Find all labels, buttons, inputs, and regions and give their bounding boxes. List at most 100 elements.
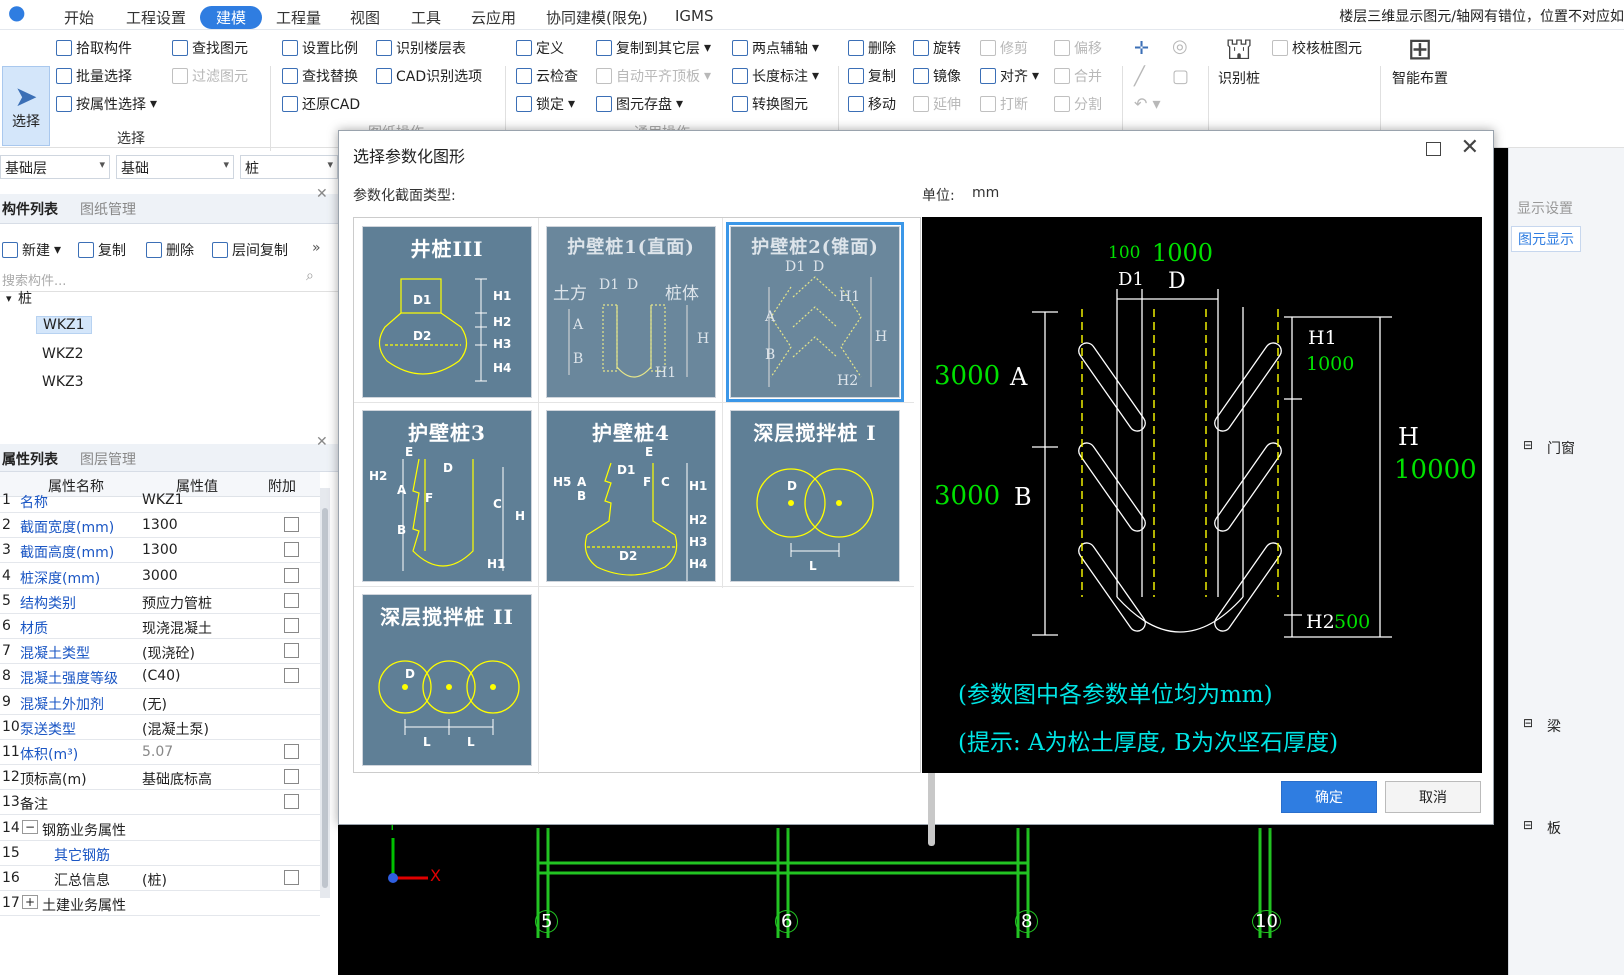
merge-button[interactable]: 合并	[1054, 66, 1102, 86]
cad-options-button[interactable]: CAD识别选项	[376, 66, 482, 86]
property-value[interactable]: (桩)	[142, 870, 167, 890]
shape-thumb-wall-pile-4[interactable]: 护壁桩4 E H5 D1 A F C B H1 H2 D2 H3 H4	[546, 410, 716, 582]
cancel-button[interactable]: 取消	[1385, 781, 1481, 813]
property-row[interactable]: 11 体积(m³) 5.07	[0, 740, 320, 765]
menu-igms[interactable]: IGMS	[675, 7, 714, 25]
property-value[interactable]: 1300	[142, 517, 178, 533]
shape-thumb-wall-pile-1[interactable]: 护壁桩1(直面) 土方 D1 D 桩体 A B H H1	[546, 226, 716, 398]
property-row[interactable]: 7 混凝土类型 (现浇砼)	[0, 639, 320, 665]
property-value[interactable]: 3000	[142, 568, 178, 584]
close-icon[interactable]: ✕	[1461, 135, 1479, 160]
component-search-input[interactable]: 搜索构件...	[0, 266, 338, 292]
set-scale-button[interactable]: 设置比例	[282, 38, 358, 58]
expand-icon[interactable]: +	[22, 895, 39, 910]
check-pile-button[interactable]: 校核桩图元	[1272, 38, 1362, 58]
extra-checkbox[interactable]	[284, 870, 299, 885]
expand-icon[interactable]: ⊟	[1523, 716, 1533, 730]
align-button[interactable]: 对齐 ▾	[980, 66, 1039, 86]
property-value[interactable]: 现浇混凝土	[142, 618, 212, 638]
extend-button[interactable]: 延伸	[913, 94, 961, 114]
floor-copy-button[interactable]: 层间复制	[212, 240, 288, 260]
extra-checkbox[interactable]	[284, 668, 299, 684]
close-panel-icon[interactable]: ✕	[316, 434, 328, 450]
smart-layout-button[interactable]: ⊞ 智能布置	[1392, 34, 1448, 88]
line-tool-icon[interactable]: ╱	[1134, 66, 1145, 87]
extra-checkbox[interactable]	[284, 517, 299, 533]
shape-thumb-wall-pile-3[interactable]: 护壁桩3 E H2 D A F C H B H1	[362, 410, 532, 582]
menu-tools[interactable]: 工具	[411, 7, 441, 28]
shape-thumb-deep-mix-1[interactable]: 深层搅拌桩 I D L	[730, 410, 900, 582]
extra-checkbox[interactable]	[284, 567, 299, 583]
extra-checkbox[interactable]	[284, 592, 299, 608]
property-value[interactable]: 基础底标高	[142, 769, 212, 789]
shape-thumb-well-pile-3[interactable]: 井桩III D1 D2 H1 H2 H3 H4	[362, 226, 532, 398]
new-component-button[interactable]: 新建 ▾	[2, 240, 61, 260]
menu-modeling[interactable]: 建模	[200, 6, 263, 29]
batch-select-button[interactable]: 批量选择	[56, 66, 132, 86]
property-value[interactable]: (混凝土泵)	[142, 719, 209, 739]
tab-layer-mgmt[interactable]: 图层管理	[80, 449, 136, 469]
rotate-button[interactable]: 旋转	[913, 38, 961, 58]
property-row[interactable]: 12 顶标高(m) 基础底标高	[0, 765, 320, 791]
extra-checkbox[interactable]	[284, 769, 299, 785]
auto-align-button[interactable]: 自动平齐顶板 ▾	[596, 66, 711, 86]
copy-to-floor-button[interactable]: 复制到其它层 ▾	[596, 38, 711, 58]
find-replace-button[interactable]: 查找替换	[282, 66, 358, 86]
property-row[interactable]: 2 截面宽度(mm) 1300	[0, 513, 320, 539]
filter-element-button[interactable]: 过滤图元	[172, 66, 248, 86]
element-save-button[interactable]: 图元存盘 ▾	[596, 94, 683, 114]
group-slab[interactable]: 板	[1547, 818, 1561, 838]
property-row[interactable]: 5 结构类别 预应力管桩	[0, 589, 320, 614]
group-beam[interactable]: 梁	[1547, 716, 1561, 736]
tree-item[interactable]: WKZ2	[42, 346, 84, 362]
find-element-button[interactable]: 查找图元	[172, 38, 248, 58]
tree-item[interactable]: WKZ1	[36, 316, 92, 334]
length-dim-button[interactable]: 长度标注 ▾	[732, 66, 819, 86]
restore-cad-button[interactable]: 还原CAD	[282, 94, 360, 114]
tab-property-list[interactable]: 属性列表	[2, 449, 58, 469]
category-select[interactable]: 基础	[116, 155, 234, 179]
extra-checkbox[interactable]	[284, 618, 299, 633]
type-select[interactable]: 桩	[240, 155, 338, 179]
two-point-axis-button[interactable]: 两点辅轴 ▾	[732, 38, 819, 58]
copy-button[interactable]: 复制	[848, 66, 896, 86]
menu-project-settings[interactable]: 工程设置	[126, 7, 186, 28]
trim-button[interactable]: 修剪	[980, 38, 1028, 58]
property-value[interactable]: 1300	[142, 542, 178, 558]
break-button[interactable]: 打断	[980, 94, 1028, 114]
menu-cloud[interactable]: 云应用	[471, 7, 516, 28]
property-row[interactable]: 6 材质 现浇混凝土	[0, 614, 320, 639]
property-row[interactable]: 15 其它钢筋	[0, 841, 320, 866]
notice-text[interactable]: 楼层三维显示图元/轴网有错位，位置不对应如	[1339, 6, 1624, 26]
shape-thumb-wall-pile-2[interactable]: 护壁桩2(锥面) D1 D H1 A H B H2	[726, 222, 904, 402]
property-value[interactable]: (现浇砼)	[142, 643, 195, 663]
define-button[interactable]: 定义	[516, 38, 564, 58]
property-row[interactable]: 16 汇总信息 (桩)	[0, 866, 320, 891]
pick-component-button[interactable]: 拾取构件	[56, 38, 132, 58]
tree-root[interactable]: 桩	[18, 288, 32, 308]
menu-start[interactable]: 开始	[64, 7, 94, 28]
copy-component-button[interactable]: 复制	[78, 240, 126, 260]
menu-view[interactable]: 视图	[350, 7, 380, 28]
property-row[interactable]: 14− 钢筋业务属性	[0, 816, 320, 841]
recognize-pile-button[interactable]: ⛫ 识别桩	[1218, 34, 1260, 88]
property-row[interactable]: 1 名称 WKZ1	[0, 488, 320, 513]
select-big-button[interactable]: ➤ 选择	[2, 66, 50, 146]
extra-checkbox[interactable]	[284, 643, 299, 659]
circle-tool-icon[interactable]: ◎	[1172, 36, 1188, 57]
expand-icon[interactable]: ⊟	[1523, 438, 1533, 452]
tab-element-display[interactable]: 图元显示	[1511, 226, 1581, 252]
rect-tool-icon[interactable]: ▢	[1172, 66, 1189, 87]
expand-icon[interactable]: −	[22, 819, 39, 834]
split-button[interactable]: 分割	[1054, 94, 1102, 114]
property-scrollbar[interactable]	[320, 488, 330, 898]
close-panel-icon[interactable]: ✕	[316, 186, 328, 202]
point-tool-icon[interactable]: ✛	[1134, 38, 1149, 59]
delete-button[interactable]: 删除	[848, 38, 896, 58]
tab-component-list[interactable]: 构件列表	[2, 199, 58, 219]
shape-thumb-deep-mix-2[interactable]: 深层搅拌桩 II D L L	[362, 594, 532, 766]
menu-collab[interactable]: 协同建模(限免)	[546, 7, 648, 28]
offset-button[interactable]: 偏移	[1054, 38, 1102, 58]
property-value[interactable]: 预应力管桩	[142, 593, 212, 613]
tree-item[interactable]: WKZ3	[42, 374, 84, 390]
